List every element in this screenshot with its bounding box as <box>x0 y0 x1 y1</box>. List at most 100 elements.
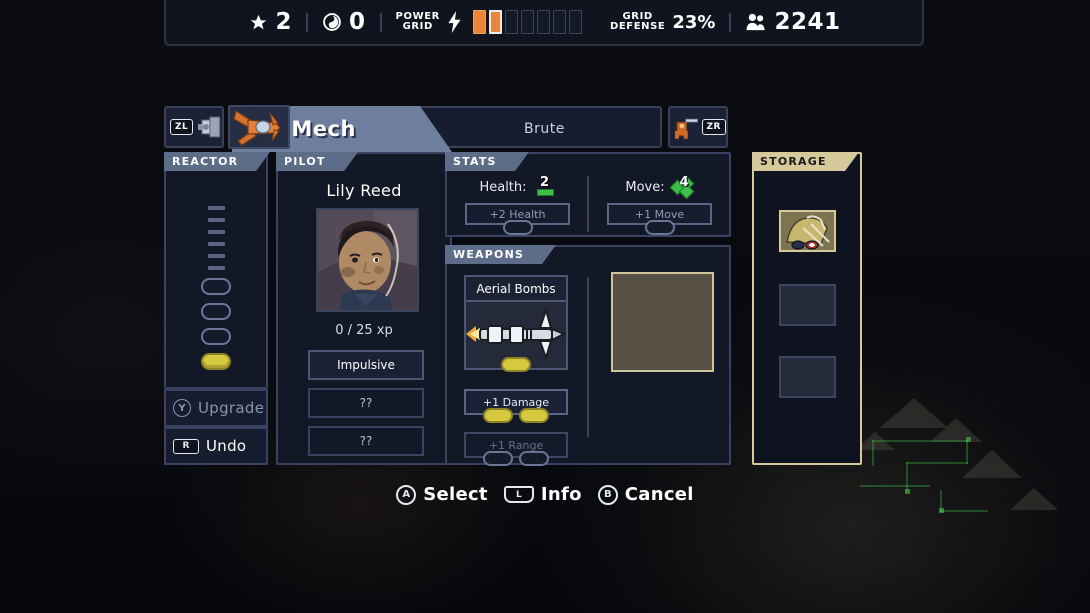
power-grid-cells <box>472 10 582 34</box>
upgrade-pill <box>483 451 513 466</box>
control-select[interactable]: A Select <box>396 484 488 505</box>
reactor-dash <box>207 266 225 270</box>
reactor-slot-empty[interactable] <box>201 328 231 345</box>
population-icon <box>746 13 766 31</box>
health-header: Health: 2 <box>455 175 580 196</box>
control-hints: A Select L Info B Cancel <box>0 484 1090 505</box>
pilot-skill-2-label: ?? <box>359 396 373 410</box>
pilot-skill-1[interactable]: Impulsive <box>308 350 424 380</box>
circuit-node <box>939 508 944 513</box>
reactor-slot-empty[interactable] <box>201 303 231 320</box>
weapon-equipped-pills <box>464 357 568 372</box>
zr-button-glyph: ZR <box>701 119 726 135</box>
power-grid-label: POWER GRID <box>395 11 440 32</box>
reactor-dash <box>207 242 225 246</box>
power-cell <box>552 10 566 34</box>
upgrade-pill <box>644 220 675 235</box>
fist-weapon-icon <box>781 212 834 250</box>
storage-slot-2[interactable] <box>779 284 836 326</box>
reactor-dash <box>207 206 225 210</box>
upgrade-button[interactable]: Y Upgrade <box>164 389 268 427</box>
control-select-label: Select <box>423 484 488 505</box>
upgrade-pill <box>519 451 549 466</box>
health-upgrade-label: +2 Health <box>489 207 546 221</box>
weapon-upgrade-damage[interactable]: +1 Damage <box>464 389 568 423</box>
grid-defense-indicator: GRID DEFENSE 23% <box>596 12 730 33</box>
weapons-divider <box>587 277 589 437</box>
pilot-skill-1-label: Impulsive <box>337 358 395 372</box>
move-label: Move: <box>625 179 665 195</box>
power-cell <box>536 10 550 34</box>
storage-slot-1[interactable] <box>779 210 836 252</box>
star-icon <box>247 12 269 31</box>
undo-button[interactable]: R Undo <box>164 427 268 465</box>
health-upgrade-button[interactable]: +2 Health <box>465 203 570 235</box>
power-grid-indicator: POWER GRID <box>382 10 596 34</box>
a-button-glyph: A <box>396 484 417 505</box>
circuit-line <box>940 510 988 512</box>
mountain-silhouette <box>930 418 982 442</box>
storage-slot-3[interactable] <box>779 356 836 398</box>
mech-next-icon <box>674 118 698 139</box>
pilot-panel: PILOT Lily Reed 0 / 25 xp Impulsive ?? ?… <box>276 152 452 465</box>
status-bar: 2 0 POWER GRID GRID DEFENSE 23% 2241 <box>164 0 924 46</box>
reactor-dash <box>207 230 225 234</box>
stats-panel-title: STATS <box>445 152 529 171</box>
move-stat: Move: 4 +1 Move <box>597 175 722 235</box>
reactor-dash <box>207 218 225 222</box>
pilot-skill-2[interactable]: ?? <box>308 388 424 418</box>
power-cell <box>568 10 582 34</box>
stats-divider <box>587 176 589 232</box>
storage-panel: STORAGE <box>752 152 862 465</box>
weapon-upgrade-damage-pills <box>464 408 568 423</box>
power-cell <box>520 10 534 34</box>
weapon-upgrade-range-label: +1 Range <box>488 438 544 452</box>
weapon-card[interactable]: Aerial Bombs <box>464 275 568 372</box>
y-button-glyph: Y <box>173 399 191 417</box>
weapon-preview-box <box>611 272 714 372</box>
reactor-slot-filled[interactable] <box>201 353 231 370</box>
power-cell-active <box>488 10 502 34</box>
pilot-skill-3-label: ?? <box>359 434 373 448</box>
jet-mech-sprite <box>228 105 290 149</box>
health-upgrade-pills <box>467 220 568 235</box>
weapon-upgrade-range[interactable]: +1 Range <box>464 432 568 466</box>
control-info[interactable]: L Info <box>503 484 582 505</box>
mech-class: Brute <box>524 121 565 137</box>
population-value: 2241 <box>774 9 841 35</box>
pilot-portrait[interactable] <box>316 208 419 312</box>
move-upgrade-button[interactable]: +1 Move <box>607 203 712 235</box>
pilot-skill-3[interactable]: ?? <box>308 426 424 456</box>
zl-button-glyph: ZL <box>170 119 194 135</box>
next-mech-button[interactable]: ZR <box>668 106 728 148</box>
reactor-panel: REACTOR <box>164 152 271 389</box>
health-icon: 2 <box>534 175 556 196</box>
control-cancel[interactable]: B Cancel <box>597 484 694 505</box>
power-cell <box>504 10 518 34</box>
reputation-indicator: 2 <box>234 9 307 35</box>
r-button-glyph: R <box>173 438 199 454</box>
population-indicator: 2241 <box>731 9 854 35</box>
reactor-slot-empty[interactable] <box>201 278 231 295</box>
weapon-name: Aerial Bombs <box>464 275 568 302</box>
grid-defense-label: GRID DEFENSE <box>609 11 666 32</box>
move-header: Move: 4 <box>597 175 722 200</box>
upgrade-button-label: Upgrade <box>198 399 265 417</box>
circuit-line <box>872 440 874 466</box>
reactor-panel-title: REACTOR <box>164 152 271 171</box>
health-value: 2 <box>540 175 550 190</box>
health-label: Health: <box>479 179 527 195</box>
control-cancel-label: Cancel <box>624 484 694 505</box>
circuit-line <box>872 440 968 442</box>
mech-prev-icon <box>198 116 221 138</box>
pilot-name: Lily Reed <box>326 181 402 200</box>
lightning-bolt-icon <box>448 11 461 33</box>
circuit-line <box>906 462 968 464</box>
reactor-slots <box>166 206 266 370</box>
pilot-xp: 0 / 25 xp <box>335 323 393 338</box>
health-stat: Health: 2 +2 Health <box>455 175 580 235</box>
move-value: 4 <box>679 175 689 190</box>
prev-mech-button[interactable]: ZL <box>164 106 224 148</box>
upgrade-pill <box>502 220 533 235</box>
reactor-action-buttons: Y Upgrade R Undo <box>164 389 268 465</box>
